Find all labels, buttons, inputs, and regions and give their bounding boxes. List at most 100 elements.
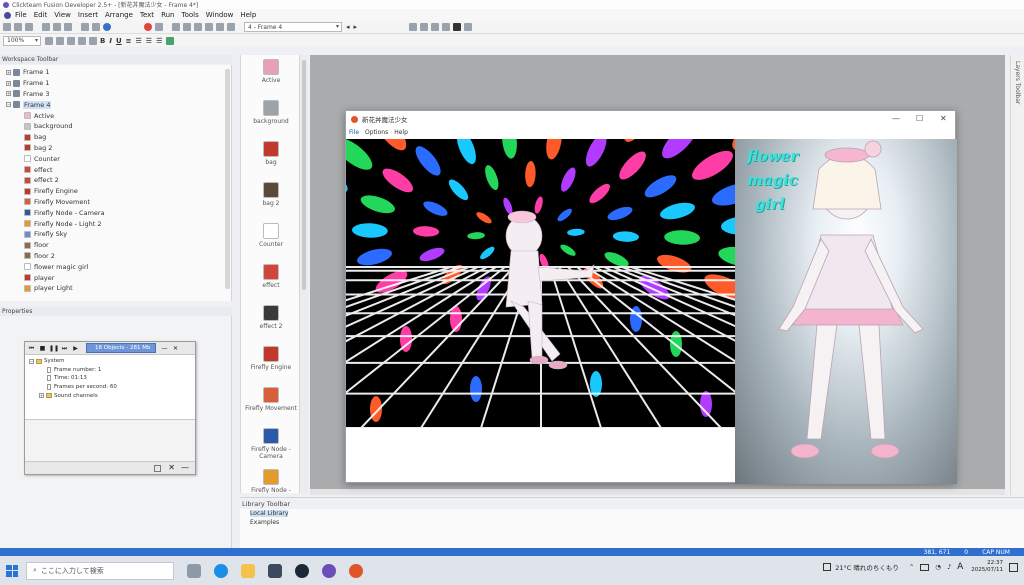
new-icon[interactable] — [3, 23, 11, 31]
app-menu-icon[interactable] — [4, 11, 11, 19]
tree-object-item[interactable]: flower magic girl — [24, 261, 231, 272]
game-maximize-icon[interactable]: ☐ — [916, 114, 923, 123]
tree-object-item[interactable]: Firefly Engine — [24, 186, 231, 197]
scroll-thumb[interactable] — [302, 60, 306, 290]
debugger-system-node[interactable]: − System — [29, 357, 191, 366]
object-toolbar-item[interactable]: bag 2 — [241, 182, 299, 207]
storyboard-icon[interactable] — [172, 23, 180, 31]
expand-icon[interactable]: + — [39, 393, 44, 399]
object-toolbar-item[interactable]: background — [241, 100, 299, 125]
delete-icon[interactable]: ✕ — [168, 463, 175, 472]
tree-object-item[interactable]: floor — [24, 240, 231, 251]
library-item-local[interactable]: Local Library — [240, 509, 1024, 518]
menu-run[interactable]: Run — [161, 11, 174, 19]
paste-icon[interactable] — [64, 23, 72, 31]
stop-icon[interactable]: ■ — [38, 344, 47, 353]
zoom-combo[interactable]: 100% — [3, 35, 41, 46]
italic-icon[interactable]: I — [109, 37, 112, 45]
event-list-icon[interactable] — [205, 23, 213, 31]
layout-icon-2[interactable] — [420, 23, 429, 31]
restart-icon[interactable]: ⏮ — [27, 344, 36, 353]
next-frame-icon[interactable]: ▸ — [354, 23, 358, 31]
data-elements-icon[interactable] — [216, 23, 224, 31]
save-icon[interactable] — [25, 23, 33, 31]
game-menu-help[interactable]: Help — [394, 129, 408, 136]
task-view-icon[interactable] — [187, 563, 201, 578]
object-toolbar-item[interactable]: Firefly Node - — [241, 469, 299, 493]
tree-object-item[interactable]: Active — [24, 110, 231, 121]
snap-icon[interactable] — [89, 36, 97, 45]
mail-icon[interactable] — [268, 563, 282, 578]
object-toolbar-item[interactable]: effect 2 — [241, 305, 299, 330]
minimize-icon[interactable]: — — [160, 344, 169, 353]
tree-object-item[interactable]: Firefly Node - Camera — [24, 207, 231, 218]
collapse-icon[interactable]: − — [6, 102, 11, 108]
object-toolbar-item[interactable]: Firefly Movement — [241, 387, 299, 412]
stop-icon[interactable] — [144, 23, 152, 31]
menu-edit[interactable]: Edit — [34, 11, 48, 19]
tree-object-item[interactable]: Firefly Node - Light 2 — [24, 218, 231, 229]
frame-select[interactable]: 4 - Frame 4 — [244, 22, 342, 32]
prev-frame-icon[interactable]: ◂ — [346, 23, 350, 31]
undo-icon[interactable] — [81, 23, 89, 31]
taskbar-clock[interactable]: 22:37 2025/07/11 — [971, 560, 1003, 574]
debugger-sound-node[interactable]: + Sound channels — [29, 391, 191, 400]
run-app-icon[interactable] — [155, 23, 163, 31]
cut-icon[interactable] — [42, 23, 50, 31]
object-toolbar-item[interactable]: Firefly Node - Camera — [241, 428, 299, 460]
fit-icon[interactable] — [166, 36, 175, 45]
library-item-examples[interactable]: Examples — [240, 518, 1024, 527]
tree-object-item[interactable]: background — [24, 121, 231, 132]
fusion-taskbar-icon[interactable] — [322, 563, 336, 578]
layout-icon-5[interactable] — [464, 23, 473, 31]
step-icon[interactable]: ⏭ — [60, 344, 69, 353]
game-menu-file[interactable]: File — [349, 129, 359, 136]
object-toolbar-item[interactable]: Firefly Engine — [241, 346, 299, 371]
object-toolbar-scrollbar[interactable] — [300, 55, 308, 493]
steam-icon[interactable] — [295, 563, 309, 578]
windows-start-icon[interactable] — [6, 564, 18, 577]
tree-frame-4[interactable]: − Frame 4 — [6, 99, 231, 110]
expand-icon[interactable]: + — [6, 80, 11, 86]
tree-object-item[interactable]: floor 2 — [24, 251, 231, 262]
game-menu-options[interactable]: Options — [365, 129, 388, 136]
layout-icon-1[interactable] — [409, 23, 418, 31]
tree-object-item[interactable]: player — [24, 272, 231, 283]
align-left-icon[interactable]: ☰ — [136, 37, 142, 45]
debugger-object-select[interactable]: 18 Objects - 281 Mb — [86, 343, 156, 353]
menu-arrange[interactable]: Arrange — [105, 11, 133, 19]
workspace-scrollbar[interactable] — [225, 69, 230, 289]
grid-icon[interactable] — [78, 36, 86, 45]
tree-object-item[interactable]: bag — [24, 132, 231, 143]
align-right-icon[interactable]: ☰ — [156, 37, 162, 45]
tree-object-item[interactable]: bag 2 — [24, 143, 231, 154]
file-explorer-icon[interactable] — [241, 563, 255, 578]
expression-icon[interactable] — [227, 23, 235, 31]
menu-view[interactable]: View — [54, 11, 71, 19]
frame-editor-icon[interactable] — [183, 23, 191, 31]
minimize-bar-icon[interactable]: — — [181, 463, 189, 472]
color-icon[interactable] — [453, 23, 462, 31]
game-3d-scene[interactable] — [346, 139, 735, 428]
object-toolbar-item[interactable]: effect — [241, 264, 299, 289]
pen-icon[interactable] — [56, 36, 64, 45]
menu-tools[interactable]: Tools — [182, 11, 199, 19]
tree-object-item[interactable]: Firefly Movement — [24, 197, 231, 208]
frame-horizontal-scrollbar[interactable] — [310, 489, 1005, 495]
menu-insert[interactable]: Insert — [78, 11, 98, 19]
tree-object-item[interactable]: player Light — [24, 283, 231, 294]
network-icon[interactable]: ◔ — [935, 563, 941, 571]
help-icon[interactable] — [103, 23, 111, 31]
tree-object-item[interactable]: effect — [24, 164, 231, 175]
close-icon[interactable]: ✕ — [171, 344, 180, 353]
menu-file[interactable]: File — [15, 11, 27, 19]
tree-object-item[interactable]: Firefly Sky — [24, 229, 231, 240]
tree-frame-3[interactable]: + Frame 3 — [6, 89, 231, 100]
redo-icon[interactable] — [92, 23, 100, 31]
expand-icon[interactable]: + — [6, 69, 11, 75]
event-editor-icon[interactable] — [194, 23, 202, 31]
weather-text[interactable]: 21°C 晴れのちくもり — [835, 562, 899, 572]
bold-icon[interactable]: B — [100, 37, 105, 45]
ime-indicator[interactable]: A — [957, 562, 963, 572]
open-icon[interactable] — [14, 23, 22, 31]
